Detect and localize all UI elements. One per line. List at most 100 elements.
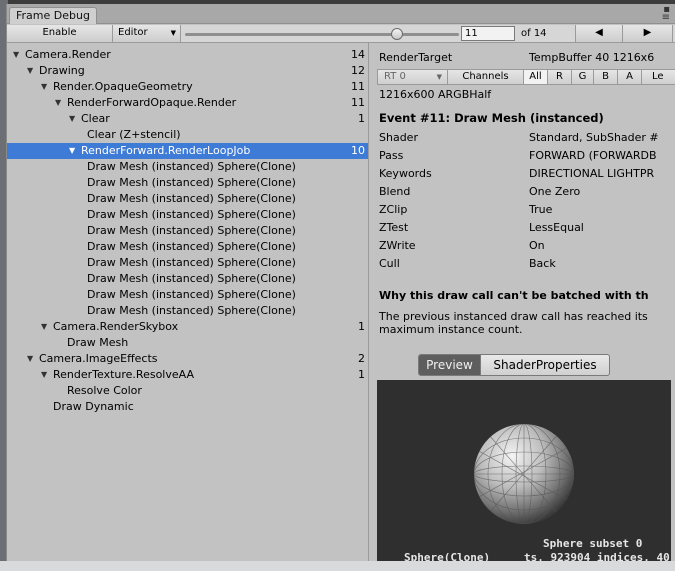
- tree-row-count: 1: [358, 320, 365, 333]
- tab-shader-properties[interactable]: ShaderProperties: [480, 355, 609, 375]
- next-event-button[interactable]: ▶: [623, 25, 673, 42]
- event-total-label: of 14: [521, 28, 547, 39]
- expand-triangle-icon[interactable]: ▼: [41, 79, 51, 95]
- tree-row-label: Draw Mesh (instanced) Sphere(Clone): [87, 304, 296, 317]
- channel-a-button[interactable]: A: [618, 70, 642, 84]
- preview-tabs: Preview ShaderProperties: [418, 354, 610, 376]
- channel-r-button[interactable]: R: [548, 70, 572, 84]
- event-title: Event #11: Draw Mesh (instanced): [379, 111, 604, 125]
- tree-row[interactable]: Draw Mesh (instanced) Sphere(Clone): [7, 175, 368, 191]
- channel-all-button[interactable]: All: [524, 70, 548, 84]
- tab-preview[interactable]: Preview: [419, 355, 480, 375]
- tree-row[interactable]: ▼ Render.OpaqueGeometry 11: [7, 79, 368, 95]
- property-value: LessEqual: [529, 221, 584, 234]
- property-key: Shader: [379, 131, 418, 144]
- tree-row-count: 14: [351, 48, 365, 61]
- channel-b-button[interactable]: B: [594, 70, 618, 84]
- tree-row-label: Draw Mesh (instanced) Sphere(Clone): [87, 176, 296, 189]
- channel-g-button[interactable]: G: [572, 70, 594, 84]
- tree-row-count: 1: [358, 368, 365, 381]
- tree-row[interactable]: ▼ Drawing 12: [7, 63, 368, 79]
- tree-row[interactable]: Draw Mesh (instanced) Sphere(Clone): [7, 271, 368, 287]
- event-index-field[interactable]: 11: [461, 26, 515, 41]
- expand-triangle-icon[interactable]: ▼: [27, 351, 37, 367]
- tree-row-count: 12: [351, 64, 365, 77]
- tree-row[interactable]: Draw Mesh (instanced) Sphere(Clone): [7, 239, 368, 255]
- tree-row-label: Draw Mesh (instanced) Sphere(Clone): [87, 160, 296, 173]
- tree-row[interactable]: Draw Dynamic: [7, 399, 368, 415]
- property-key: Blend: [379, 185, 411, 198]
- tree-row-count: 2: [358, 352, 365, 365]
- rt-dropdown[interactable]: RT 0 ▼: [378, 70, 448, 84]
- tree-row-label: Clear (Z+stencil): [87, 128, 181, 141]
- tree-row[interactable]: Draw Mesh (instanced) Sphere(Clone): [7, 159, 368, 175]
- tree-row[interactable]: ▼ RenderForwardOpaque.Render 11: [7, 95, 368, 111]
- tree-row-label: Camera.Render: [25, 48, 111, 61]
- tree-row[interactable]: ▼ Camera.RenderSkybox 1: [7, 319, 368, 335]
- window-menu-icon[interactable]: ▪ ≡: [662, 5, 670, 23]
- arrow-left-icon: ◀: [595, 27, 603, 38]
- render-target-resolution: 1216x600 ARGBHalf: [379, 88, 492, 101]
- property-key: Keywords: [379, 167, 432, 180]
- tab-frame-debug[interactable]: Frame Debug: [9, 7, 97, 24]
- preview-object-name: Sphere(Clone): [404, 551, 491, 561]
- tree-row-label: Draw Dynamic: [53, 400, 134, 413]
- tree-row[interactable]: Draw Mesh (instanced) Sphere(Clone): [7, 191, 368, 207]
- tree-row-selected[interactable]: ▼ RenderForward.RenderLoopJob 10: [7, 143, 368, 159]
- tree-row-count: 11: [351, 80, 365, 93]
- event-tree: ▼ Camera.Render 14 ▼ Drawing 12 ▼ Render.Opaque…: [7, 43, 369, 561]
- expand-triangle-icon[interactable]: ▼: [41, 319, 51, 335]
- sphere-preview-image: [474, 424, 574, 524]
- tree-row-label: Drawing: [39, 64, 85, 77]
- batch-reason-line-2: maximum instance count.: [379, 323, 523, 336]
- tree-row-label: Draw Mesh (instanced) Sphere(Clone): [87, 240, 296, 253]
- expand-triangle-icon[interactable]: ▼: [69, 143, 79, 159]
- tree-row-label: Clear: [81, 112, 110, 125]
- preview-subset-label: Sphere subset 0: [543, 537, 643, 550]
- tree-row-count: 11: [351, 96, 365, 109]
- tree-row[interactable]: Resolve Color: [7, 383, 368, 399]
- tree-row-label: RenderForward.RenderLoopJob: [81, 144, 251, 157]
- render-target-label: RenderTarget: [379, 51, 453, 64]
- target-dropdown[interactable]: Editor ▼: [113, 25, 181, 42]
- chevron-down-icon: ▼: [436, 73, 442, 81]
- tree-row-count: 10: [351, 144, 365, 157]
- property-value: One Zero: [529, 185, 581, 198]
- tree-row[interactable]: Draw Mesh (instanced) Sphere(Clone): [7, 223, 368, 239]
- expand-triangle-icon[interactable]: ▼: [27, 63, 37, 79]
- property-key: ZWrite: [379, 239, 416, 252]
- previous-event-button[interactable]: ◀: [575, 25, 623, 42]
- tree-row[interactable]: ▼ RenderTexture.ResolveAA 1: [7, 367, 368, 383]
- levels-button[interactable]: Le: [642, 70, 675, 84]
- expand-triangle-icon[interactable]: ▼: [13, 47, 23, 63]
- tree-row[interactable]: ▼ Clear 1: [7, 111, 368, 127]
- tree-row[interactable]: Draw Mesh: [7, 335, 368, 351]
- tree-row-label: Render.OpaqueGeometry: [53, 80, 193, 93]
- mesh-preview[interactable]: Sphere subset 0 Sphere(Clone) ts, 923904…: [377, 380, 671, 561]
- expand-triangle-icon[interactable]: ▼: [69, 111, 79, 127]
- arrow-right-icon: ▶: [643, 27, 652, 38]
- slider-thumb[interactable]: [391, 28, 403, 40]
- tree-row[interactable]: ▼ Camera.ImageEffects 2: [7, 351, 368, 367]
- expand-triangle-icon[interactable]: ▼: [41, 367, 51, 383]
- event-slider[interactable]: [185, 28, 459, 40]
- tree-row-label: Draw Mesh (instanced) Sphere(Clone): [87, 288, 296, 301]
- tree-row[interactable]: Draw Mesh (instanced) Sphere(Clone): [7, 207, 368, 223]
- expand-triangle-icon[interactable]: ▼: [55, 95, 65, 111]
- batch-reason-line-1: The previous instanced draw call has rea…: [379, 310, 648, 323]
- property-value: DIRECTIONAL LIGHTPR: [529, 167, 655, 180]
- tree-row-label: Camera.RenderSkybox: [53, 320, 179, 333]
- render-target-value: TempBuffer 40 1216x6: [529, 51, 655, 64]
- tree-row[interactable]: Clear (Z+stencil): [7, 127, 368, 143]
- rt-dropdown-label: RT 0: [384, 71, 406, 82]
- tree-row-label: Draw Mesh (instanced) Sphere(Clone): [87, 224, 296, 237]
- tree-row[interactable]: ▼ Camera.Render 14: [7, 47, 368, 63]
- tree-row[interactable]: Draw Mesh (instanced) Sphere(Clone): [7, 287, 368, 303]
- property-value: On: [529, 239, 545, 252]
- tree-row[interactable]: Draw Mesh (instanced) Sphere(Clone): [7, 303, 368, 319]
- tree-row[interactable]: Draw Mesh (instanced) Sphere(Clone): [7, 255, 368, 271]
- preview-mesh-stats: ts, 923904 indices, 40: [524, 551, 670, 561]
- property-value: True: [529, 203, 553, 216]
- enable-button[interactable]: Enable: [7, 25, 113, 42]
- tree-row-label: Draw Mesh (instanced) Sphere(Clone): [87, 272, 296, 285]
